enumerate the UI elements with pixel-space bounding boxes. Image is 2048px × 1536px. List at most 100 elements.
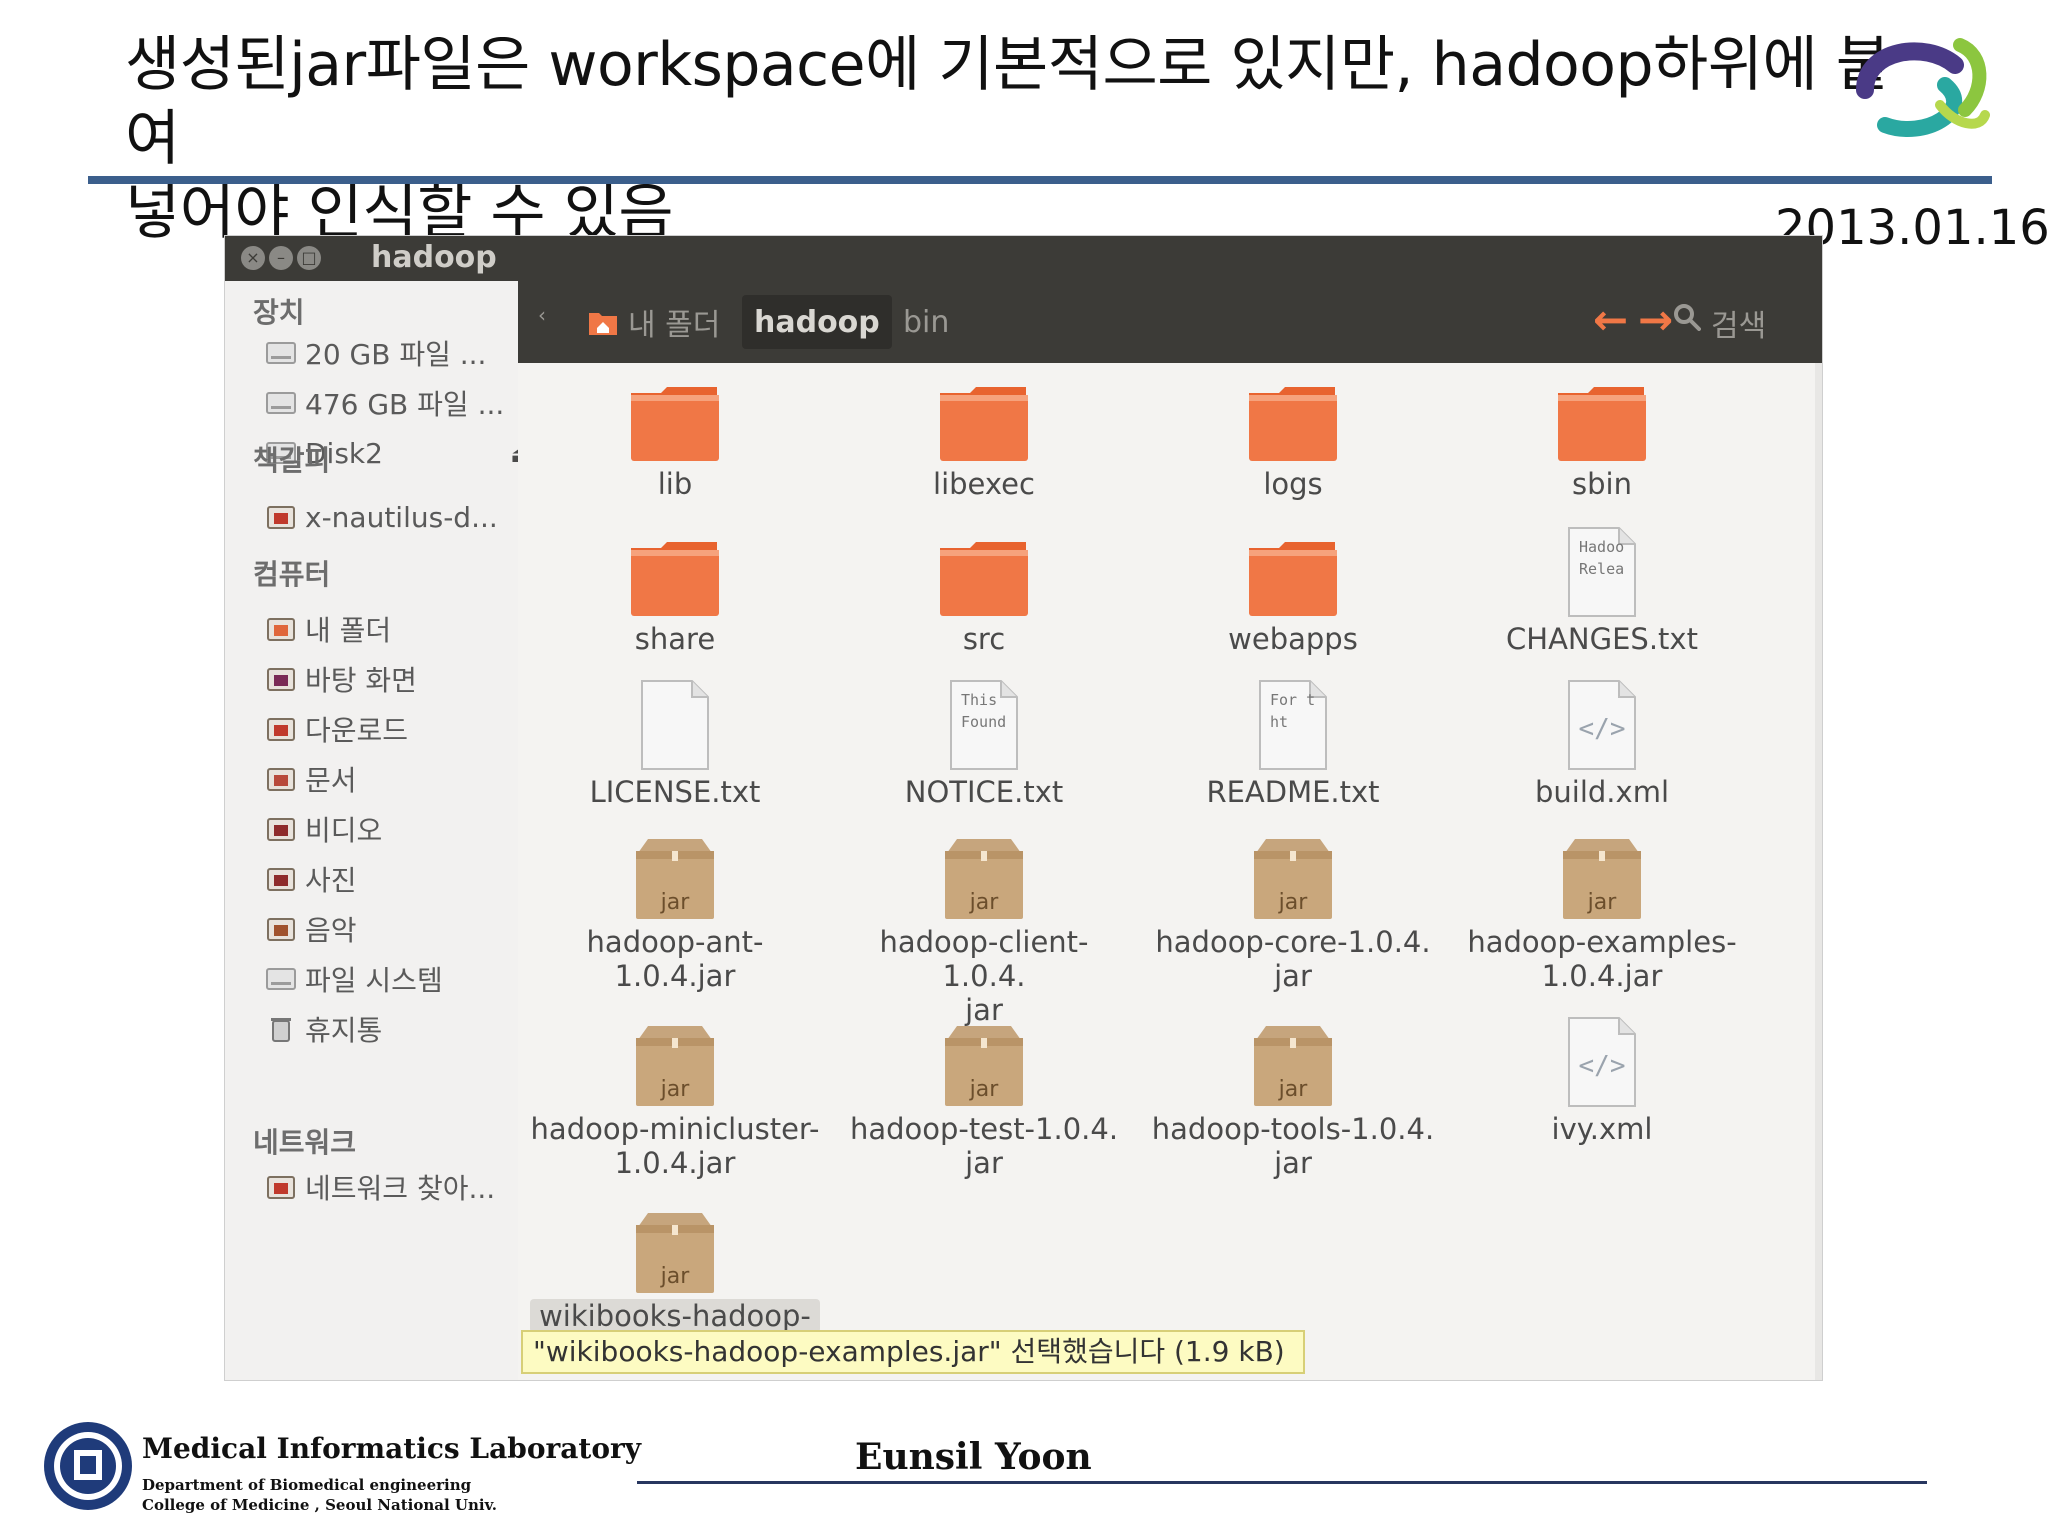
jar-file-item[interactable]: jar hadoop-client-1.0.4. jar: [839, 821, 1129, 1027]
svg-text:Found: Found: [961, 713, 1006, 731]
toolbar: ‹ 내 폴더 hadoop bin ← → 검색: [518, 281, 1822, 363]
sidebar-item-label: 사진: [305, 864, 357, 897]
jar-package-icon: jar: [1148, 1008, 1438, 1108]
folder-file-item[interactable]: share: [530, 518, 820, 656]
sidebar-item[interactable]: 비디오: [265, 809, 515, 849]
folder-icon: [839, 363, 1129, 463]
file-view: lib libexec logs sbin share src webapps Hadoo Re…: [518, 363, 1818, 1380]
jar-file-item[interactable]: jar hadoop-core-1.0.4. jar: [1148, 821, 1438, 993]
home-folder-icon: [589, 313, 617, 335]
jar-file-item[interactable]: jar hadoop-test-1.0.4. jar: [839, 1008, 1129, 1180]
xml-file-item[interactable]: </> ivy.xml: [1457, 1008, 1747, 1146]
sidebar-heading: 네트워크: [253, 1126, 357, 1159]
breadcrumb-home[interactable]: 내 폴더: [628, 295, 720, 349]
jar-file-item[interactable]: jar hadoop-minicluster- 1.0.4.jar: [530, 1008, 820, 1180]
downloads-icon: [265, 715, 297, 743]
back-arrow-icon[interactable]: ←: [1593, 295, 1628, 344]
text-file-item[interactable]: For t ht README.txt: [1148, 671, 1438, 809]
sidebar-item-label: x-nautilus-d...: [305, 500, 498, 534]
file-name: README.txt: [1206, 775, 1380, 809]
search-icon[interactable]: [1673, 303, 1701, 331]
history-dropdown-icon[interactable]: ‹: [538, 303, 546, 327]
svg-text:ht: ht: [1270, 713, 1288, 731]
drive-icon: [265, 339, 297, 367]
folder-file-item[interactable]: sbin: [1457, 363, 1747, 501]
folder-icon: [1457, 363, 1747, 463]
sidebar-item-label: 20 GB 파일 ...: [305, 338, 487, 371]
sidebar-item[interactable]: 바탕 화면: [265, 659, 515, 699]
videos-icon: [265, 815, 297, 843]
sidebar-item[interactable]: x-nautilus-d...: [265, 497, 515, 537]
close-icon[interactable]: ×: [241, 246, 265, 270]
sidebar-item[interactable]: 20 GB 파일 ...: [265, 333, 515, 373]
breadcrumb-hadoop[interactable]: hadoop: [742, 295, 892, 349]
jar-badge: jar: [660, 890, 691, 915]
breadcrumb-bin[interactable]: bin: [903, 295, 949, 349]
text-file-icon: [530, 671, 820, 771]
sidebar-item[interactable]: 음악: [265, 909, 515, 949]
desktop-icon: [265, 665, 297, 693]
sidebar-item-label: 내 폴더: [305, 614, 392, 647]
sidebar-item[interactable]: 다운로드: [265, 709, 515, 749]
file-name: hadoop-tools-1.0.4. jar: [1151, 1112, 1435, 1180]
folder-icon: [265, 503, 297, 531]
scrollbar[interactable]: [1815, 363, 1822, 1380]
folder-file-item[interactable]: lib: [530, 363, 820, 501]
filesystem-icon: [265, 965, 297, 993]
window-title: hadoop: [371, 240, 497, 275]
jar-file-item[interactable]: jar hadoop-tools-1.0.4. jar: [1148, 1008, 1438, 1180]
file-name: libexec: [933, 467, 1035, 501]
file-name: NOTICE.txt: [904, 775, 1064, 809]
file-manager-window: × – □ hadoop 장치 20 GB 파일 ... 476 GB 파일 ...…: [225, 236, 1822, 1380]
sidebar-item-label: 바탕 화면: [305, 664, 417, 697]
folder-file-item[interactable]: webapps: [1148, 518, 1438, 656]
folder-file-item[interactable]: src: [839, 518, 1129, 656]
jar-badge: jar: [1278, 890, 1309, 915]
minimize-icon[interactable]: –: [269, 246, 293, 270]
folder-icon: [1148, 363, 1438, 463]
folder-file-item[interactable]: logs: [1148, 363, 1438, 501]
slide-logo-icon: [1856, 38, 1990, 137]
music-icon: [265, 915, 297, 943]
sidebar-item[interactable]: 휴지통: [265, 1009, 515, 1049]
folder-file-item[interactable]: libexec: [839, 363, 1129, 501]
jar-package-icon: jar: [839, 1008, 1129, 1108]
svg-text:</>: </>: [1579, 714, 1626, 744]
sidebar-item-label: 문서: [305, 764, 357, 797]
sidebar-item[interactable]: 네트워크 찾아...: [265, 1167, 515, 1207]
university-seal-icon: [44, 1422, 132, 1510]
jar-file-item[interactable]: jar hadoop-ant-1.0.4.jar: [530, 821, 820, 993]
sidebar-item[interactable]: 내 폴더: [265, 609, 515, 649]
svg-text:Relea: Relea: [1579, 560, 1624, 578]
text-file-item[interactable]: This Found NOTICE.txt: [839, 671, 1129, 809]
sidebar-item-label: 파일 시스템: [305, 964, 443, 997]
maximize-icon[interactable]: □: [297, 246, 321, 270]
sidebar-item[interactable]: 사진: [265, 859, 515, 899]
file-name: build.xml: [1535, 775, 1669, 809]
sidebar-heading: 컴퓨터: [253, 558, 331, 591]
sidebar-item[interactable]: 파일 시스템: [265, 959, 515, 999]
file-name: hadoop-minicluster- 1.0.4.jar: [530, 1112, 820, 1180]
jar-file-item[interactable]: jar wikibooks-hadoop-: [530, 1195, 820, 1333]
sidebar-item[interactable]: 476 GB 파일 ...: [265, 383, 515, 423]
file-name: webapps: [1228, 622, 1358, 656]
jar-package-icon: jar: [1148, 821, 1438, 921]
file-name: hadoop-ant-1.0.4.jar: [586, 925, 764, 993]
svg-text:Hadoo: Hadoo: [1579, 538, 1624, 556]
file-name: share: [634, 622, 716, 656]
footer-divider: [637, 1481, 1927, 1484]
text-file-item[interactable]: LICENSE.txt: [530, 671, 820, 809]
search-label[interactable]: 검색: [1711, 301, 1766, 345]
folder-icon: [530, 363, 820, 463]
forward-arrow-icon[interactable]: →: [1638, 295, 1673, 344]
xml-file-icon: </>: [1457, 671, 1747, 771]
slide-title: 생성된jar파일은 workspace에 기본적으로 있지만, hadoop하위…: [125, 28, 1915, 250]
text-file-item[interactable]: Hadoo Relea CHANGES.txt: [1457, 518, 1747, 656]
jar-badge: jar: [660, 1264, 691, 1289]
xml-file-item[interactable]: </> build.xml: [1457, 671, 1747, 809]
jar-badge: jar: [969, 890, 1000, 915]
jar-package-icon: jar: [530, 1008, 820, 1108]
sidebar-item[interactable]: 문서: [265, 759, 515, 799]
jar-badge: jar: [1587, 890, 1618, 915]
jar-file-item[interactable]: jar hadoop-examples- 1.0.4.jar: [1457, 821, 1747, 993]
